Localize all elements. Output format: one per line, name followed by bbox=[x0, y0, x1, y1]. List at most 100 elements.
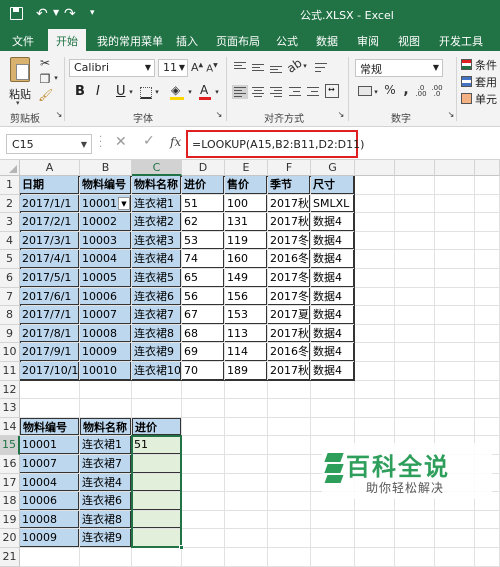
save-icon[interactable] bbox=[10, 7, 23, 20]
row-header[interactable]: 14 bbox=[0, 417, 20, 437]
header-cell[interactable]: 季节 bbox=[268, 176, 310, 194]
table-cell[interactable]: 65 bbox=[182, 269, 224, 287]
percent-icon[interactable]: % bbox=[384, 83, 396, 97]
tab-favorites[interactable]: 我的常用菜单 bbox=[97, 33, 163, 49]
paste-button[interactable]: 粘贴 ▾ bbox=[6, 55, 34, 107]
table-cell[interactable]: 2017秋 bbox=[268, 213, 310, 231]
column-header[interactable] bbox=[395, 160, 435, 176]
header-cell[interactable]: 物料编号 bbox=[80, 176, 131, 194]
format-as-table-button[interactable]: 套用 bbox=[460, 74, 500, 90]
table-cell[interactable]: 2017/9/1 bbox=[20, 343, 79, 361]
table-cell[interactable]: 10002 bbox=[80, 213, 131, 231]
lookup-cell[interactable]: 连衣裙4 bbox=[80, 473, 131, 492]
table-cell[interactable]: 2017/5/1 bbox=[20, 269, 79, 287]
lookup-cell[interactable]: 10006 bbox=[20, 492, 79, 510]
row-header[interactable]: 9 bbox=[0, 324, 20, 344]
table-cell[interactable]: 10005 bbox=[80, 269, 131, 287]
bottom-align-icon[interactable] bbox=[268, 61, 284, 75]
table-cell[interactable]: 10006 bbox=[80, 287, 131, 306]
tab-formulas[interactable]: 公式 bbox=[276, 33, 298, 49]
lookup-cell[interactable]: 连衣裙6 bbox=[80, 492, 131, 510]
header-cell[interactable]: 售价 bbox=[225, 176, 267, 194]
table-cell[interactable]: 连衣裙4 bbox=[132, 250, 181, 268]
table-cell[interactable]: 56 bbox=[182, 287, 224, 306]
borders-dropdown-icon[interactable]: ▾ bbox=[153, 88, 161, 96]
table-cell[interactable]: 113 bbox=[225, 324, 267, 343]
middle-align-icon[interactable] bbox=[250, 61, 266, 75]
row-header[interactable]: 18 bbox=[0, 492, 20, 511]
fill-color-icon[interactable]: ◈ bbox=[170, 83, 184, 100]
increase-decimal-icon[interactable]: .0.00 bbox=[414, 85, 428, 98]
orientation-dropdown-icon[interactable]: ▾ bbox=[301, 62, 309, 70]
font-name-dropdown[interactable]: Calibri ▼ bbox=[69, 59, 155, 77]
column-header[interactable]: C bbox=[132, 160, 182, 176]
tab-insert[interactable]: 插入 bbox=[176, 33, 198, 49]
tab-file[interactable]: 文件 bbox=[12, 33, 34, 49]
row-header[interactable]: 3 bbox=[0, 213, 20, 232]
table-cell[interactable]: 153 bbox=[225, 306, 267, 324]
table-cell[interactable]: 连衣裙5 bbox=[132, 269, 181, 287]
table-cell[interactable]: 10003 bbox=[80, 231, 131, 250]
lookup-cell[interactable]: 连衣裙1 bbox=[80, 436, 131, 454]
table-cell[interactable]: 连衣裙1 bbox=[132, 194, 181, 213]
table-cell[interactable]: 68 bbox=[182, 324, 224, 343]
table-cell[interactable]: 114 bbox=[225, 343, 267, 361]
table-cell[interactable]: 2017秋 bbox=[268, 362, 310, 380]
filter-dropdown-icon[interactable]: ▼ bbox=[118, 196, 130, 210]
table-cell[interactable]: 2017/1/1 bbox=[20, 194, 79, 213]
table-cell[interactable]: 连衣裙10 bbox=[132, 362, 181, 380]
table-cell[interactable]: 53 bbox=[182, 231, 224, 250]
merge-center-icon[interactable]: ↔ bbox=[325, 84, 339, 98]
column-header[interactable]: B bbox=[80, 160, 132, 176]
insert-function-icon[interactable]: fx bbox=[170, 135, 181, 149]
table-cell[interactable]: 连衣裙6 bbox=[132, 287, 181, 306]
table-cell[interactable]: 连衣裙8 bbox=[132, 324, 181, 343]
lookup-cell[interactable]: 10009 bbox=[20, 529, 79, 547]
row-header[interactable]: 21 bbox=[0, 548, 20, 567]
row-header[interactable]: 8 bbox=[0, 306, 20, 325]
font-color-icon[interactable]: A bbox=[199, 83, 211, 100]
formula-input[interactable]: =LOOKUP(A15,B2:B11,D2:D11) bbox=[192, 134, 492, 154]
redo-icon[interactable]: ↷ bbox=[64, 6, 76, 22]
table-cell[interactable]: 10004 bbox=[80, 250, 131, 268]
enter-icon[interactable]: ✓ bbox=[143, 133, 155, 149]
table-cell[interactable]: 10008 bbox=[80, 324, 131, 343]
column-header[interactable]: F bbox=[268, 160, 311, 176]
alignment-launcher-icon[interactable]: ↘ bbox=[337, 110, 345, 119]
table-cell[interactable]: 189 bbox=[225, 362, 267, 380]
lookup-header-cell[interactable]: 物料编号 bbox=[20, 417, 79, 436]
decrease-indent-icon[interactable] bbox=[287, 85, 303, 99]
table-cell[interactable]: 74 bbox=[182, 250, 224, 268]
table-cell[interactable]: 51 bbox=[182, 194, 224, 213]
number-launcher-icon[interactable]: ↘ bbox=[447, 110, 455, 119]
tab-view[interactable]: 视图 bbox=[398, 33, 420, 49]
name-box[interactable]: C15 ▼ bbox=[6, 134, 92, 154]
increase-font-icon[interactable]: A▲ bbox=[191, 61, 203, 74]
bold-button[interactable]: B bbox=[75, 84, 85, 99]
copy-icon[interactable]: ❐ bbox=[38, 72, 52, 86]
table-cell[interactable]: 2017/4/1 bbox=[20, 250, 79, 268]
table-cell[interactable]: 2017/10/1 bbox=[20, 362, 79, 380]
table-cell[interactable]: 数据4 bbox=[311, 324, 354, 343]
row-header[interactable]: 15 bbox=[0, 436, 20, 455]
lookup-header-cell[interactable]: 物料名称 bbox=[80, 417, 131, 436]
table-cell[interactable]: 连衣裙2 bbox=[132, 213, 181, 231]
table-cell[interactable]: 149 bbox=[225, 269, 267, 287]
italic-button[interactable]: I bbox=[96, 84, 100, 99]
row-header[interactable]: 5 bbox=[0, 250, 20, 269]
row-header[interactable]: 13 bbox=[0, 399, 20, 418]
underline-button[interactable]: U bbox=[116, 84, 126, 99]
row-header[interactable]: 10 bbox=[0, 343, 20, 362]
table-cell[interactable]: 156 bbox=[225, 287, 267, 306]
clipboard-launcher-icon[interactable]: ↘ bbox=[55, 110, 63, 119]
currency-icon[interactable] bbox=[358, 86, 372, 96]
align-center-icon[interactable] bbox=[250, 85, 266, 99]
top-align-icon[interactable] bbox=[232, 61, 248, 75]
table-cell[interactable]: 2017秋 bbox=[268, 194, 310, 213]
row-header[interactable]: 16 bbox=[0, 455, 20, 474]
decrease-decimal-icon[interactable]: .00.0 bbox=[430, 85, 444, 98]
tab-page-layout[interactable]: 页面布局 bbox=[216, 33, 260, 49]
column-header[interactable] bbox=[475, 160, 500, 176]
active-cell-selection[interactable] bbox=[131, 435, 182, 548]
table-cell[interactable]: 2017/3/1 bbox=[20, 231, 79, 250]
